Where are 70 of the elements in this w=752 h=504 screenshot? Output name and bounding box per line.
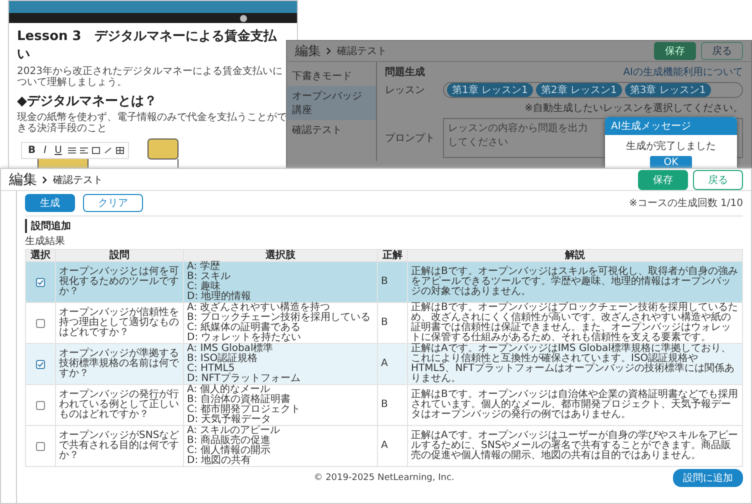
answer-cell: A [378, 426, 408, 466]
dialog-message: 生成が完了しました [626, 140, 716, 153]
save-button[interactable]: 保存 [638, 170, 688, 190]
column-header: 選択肢 [184, 250, 378, 262]
clear-button[interactable]: クリア [83, 194, 143, 212]
add-question-button[interactable]: 設問に追加 [673, 469, 743, 487]
list-icon[interactable] [68, 147, 76, 154]
dialog-title: AI生成メッセージ [605, 117, 737, 135]
explanation-cell: 正解はAです。オープンバッジはIMS Global標準規格に準拠しており、これにより信頼性と互換性が確保されています。ISO認証規格やHTML5、NFTプラットフォームはオープンバッジの技術標準には関係ありません。 [408, 344, 742, 384]
back-button[interactable]: 戻る [693, 170, 743, 190]
image-icon[interactable] [92, 147, 100, 154]
bold-button[interactable]: B [26, 145, 38, 156]
explanation-cell: 正解はBです。オープンバッジはスキルを可視化し、取得者が自身の強みをアピールできるツールです。学歴や趣味、地理的情報はオープンバッジの対象ではありません。 [408, 262, 742, 302]
options-cell: A: 個人的なメール B: 自治体の資格証明書 C: 都市開発プロジェクト D: 天気予報データ [184, 384, 378, 426]
options-cell: A: 学歴 B: スキル C: 趣味 D: 地理的情報 [184, 262, 378, 302]
field-label: レッスン [385, 84, 426, 97]
lesson-tag[interactable]: 第2章 レッスン1 [536, 83, 622, 97]
question-cell: オープンバッジがSNSなどで共有される目的は何ですか？ [56, 426, 184, 466]
field-label: プロンプト [385, 132, 436, 145]
section-heading: ◆デジタルマネーとは？ [17, 93, 158, 110]
answer-cell: B [378, 262, 408, 302]
answer-cell: A [378, 344, 408, 384]
column-header: 選択 [26, 250, 56, 262]
sidebar-item[interactable]: 下書きモード [287, 66, 376, 86]
answer-cell: B [378, 384, 408, 426]
table-icon[interactable] [116, 147, 124, 154]
explanation-cell: 正解はAです。オープンバッジはユーザーが自身の学びやスキルをアピールするために、SNSやメールの署名で共有することができます。商品販売の促進や個人情報の開示、地図の共有は目的ではありません。 [408, 426, 742, 466]
generation-count: ※コースの生成回数 1/10 [628, 196, 743, 210]
breadcrumb-link[interactable]: 確認テスト [337, 44, 387, 58]
back-button[interactable]: 戻る [701, 42, 743, 60]
lesson-intro: 2023年から改正されたデジタルマネーによる賃金支払いについて理解しましょう。 [17, 66, 284, 88]
lesson-title: Lesson 3 デジタルマネーによる賃金支払い [17, 28, 278, 63]
options-cell: A: IMS Global標準 B: ISO認証規格 C: HTML5 D: NFTプラットフォーム [184, 344, 378, 384]
question-cell: オープンバッジが準拠する技術標準規格の名前は何ですか？ [56, 344, 184, 384]
breadcrumb-link[interactable]: 確認テスト [53, 172, 103, 186]
lesson-tag[interactable]: 第1章 レッスン1 [447, 83, 533, 97]
question-cell: オープンバッジの発行が行われている例として正しいものはどれですか？ [56, 384, 184, 426]
sidebar-item[interactable]: オープンバッジ講座 [287, 86, 376, 120]
column-header: 設問 [56, 250, 184, 262]
column-header: 解説 [408, 250, 742, 262]
save-button[interactable]: 保存 [654, 42, 696, 60]
lesson-select[interactable]: 第1章 レッスン1 第2章 レッスン1 第3章 レッスン1 [443, 82, 743, 98]
copyright-text: © 2019-2025 NetLearning, Inc. [314, 473, 454, 483]
sidebar-item[interactable]: 確認テスト [287, 120, 376, 140]
page-title: 編集 [295, 43, 321, 60]
note-text: ※自動生成したいレッスンを選択してください。 [524, 102, 743, 115]
chevron-icon [326, 47, 332, 55]
checkbox[interactable] [36, 360, 45, 368]
results-label: 生成結果 [25, 234, 66, 248]
checkbox[interactable] [36, 442, 45, 450]
checkbox[interactable] [36, 400, 45, 410]
checkbox[interactable] [36, 318, 45, 328]
explanation-cell: 正解はBです。オープンバッジは自治体や企業の資格証明書などでも採用されています。個人的なメール、都市開発プロジェクト、天気予報データはオープンバッジの発行の例ではありません。 [408, 384, 742, 426]
user-icon[interactable] [240, 14, 247, 22]
options-cell: A: スキルのアピール B: 商品販売の促進 C: 個人情報の開示 D: 地図の共有 [184, 426, 378, 466]
column-header: 正解 [378, 250, 408, 262]
definition-text: 現金の紙幣を使わず、電子情報のみで代金を支払うことができる決済手段のこと [17, 112, 288, 134]
section-title: 設問追加 [25, 219, 743, 233]
question-cell: オープンバッジとは何を可視化するためのツールですか？ [56, 262, 184, 302]
help-link[interactable]: AIの生成機能利用について [623, 65, 743, 79]
section-title: 問題生成 [385, 66, 425, 79]
ok-button[interactable]: OK [650, 156, 692, 169]
italic-button[interactable]: I [42, 145, 49, 156]
chevron-icon [42, 176, 48, 184]
generate-button[interactable]: 生成 [25, 194, 75, 212]
align-icon[interactable] [80, 147, 88, 154]
underline-button[interactable]: U [52, 145, 64, 156]
page-title: 編集 [9, 170, 37, 188]
checkbox[interactable] [36, 278, 45, 286]
lesson-tag[interactable]: 第3章 レッスン1 [624, 83, 711, 97]
